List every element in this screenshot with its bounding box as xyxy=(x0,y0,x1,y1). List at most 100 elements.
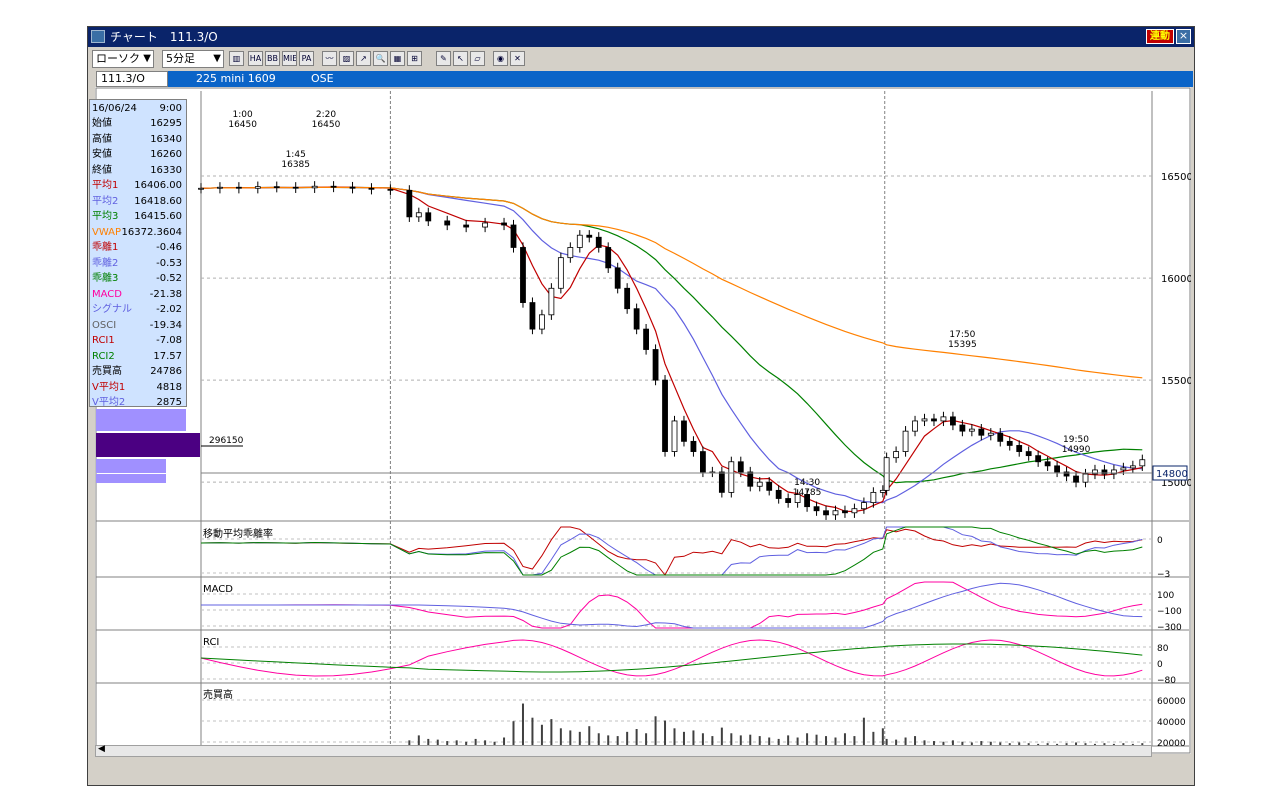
symbol-info-bar: 111.3/O 225 mini 1609 OSE xyxy=(96,71,1193,87)
search-icon[interactable]: ◉ xyxy=(493,51,508,66)
candle-body xyxy=(235,186,242,189)
close-button[interactable]: × xyxy=(1176,29,1191,44)
data-panel-value: 17.57 xyxy=(153,350,182,362)
data-panel-value: 16295 xyxy=(150,118,182,129)
candle-body xyxy=(912,420,918,432)
data-panel-key: 乖離1 xyxy=(92,242,119,253)
candle-body xyxy=(539,314,545,330)
candle-body xyxy=(1044,461,1051,467)
pen-icon[interactable]: ✎ xyxy=(436,51,451,66)
chart-type-value: ローソク xyxy=(96,52,140,65)
bar-chart-icon[interactable]: ▨ xyxy=(339,51,354,66)
candle-body xyxy=(1016,445,1023,452)
scroll-left-icon[interactable]: ◀ xyxy=(98,744,105,754)
candle-body xyxy=(520,247,526,303)
data-panel-key: 売買高 xyxy=(92,366,122,377)
symbol-code[interactable]: 111.3/O xyxy=(96,71,168,87)
candle-body xyxy=(940,416,947,422)
data-panel-value: 16260 xyxy=(150,149,182,160)
signal-line xyxy=(201,582,1143,629)
data-panel-row: 乖離2 -0.53 xyxy=(92,256,184,271)
annotation-value: 14990 xyxy=(1062,445,1091,455)
annotation-time: 2:20 xyxy=(316,110,336,120)
data-panel-value: -0.53 xyxy=(156,257,182,269)
data-panel-key: 平均1 xyxy=(92,180,119,191)
display-icon[interactable]: ▦ xyxy=(390,51,405,66)
candle-body xyxy=(1082,473,1089,483)
tool-button-bb[interactable]: BB xyxy=(265,51,280,66)
data-panel-value: -0.46 xyxy=(156,242,182,253)
settings-icon[interactable]: ⊞ xyxy=(407,51,422,66)
rci1-line xyxy=(200,639,1143,677)
sub-panel-label: 売買高 xyxy=(203,688,233,701)
tool-button-mie[interactable]: MIE xyxy=(282,51,297,66)
candle-body xyxy=(482,222,489,228)
volume-profile-bar xyxy=(96,459,166,473)
candle-body xyxy=(883,457,890,491)
candle-body xyxy=(614,267,621,289)
interval-select[interactable]: 5分足 ▼ xyxy=(162,50,224,68)
candle-body xyxy=(406,189,413,218)
candle-body xyxy=(851,508,858,514)
data-panel-row: MACD -21.38 xyxy=(92,287,184,302)
sub-tick-label: 40000 xyxy=(1157,718,1186,728)
volume-profile-label: 296150 xyxy=(209,436,244,446)
data-panel-row: 売買高 24786 xyxy=(92,364,184,379)
panel-time: 9:00 xyxy=(159,103,182,114)
chart-area[interactable]: 16500 16000 15500 15000 1:00 16450 2:20 16450 1:… xyxy=(95,87,1191,754)
chart-type-select[interactable]: ローソク ▼ xyxy=(92,50,154,68)
sub-tick-label: −3 xyxy=(1157,570,1170,580)
deviation1-line xyxy=(200,526,1143,576)
data-panel-key: 高値 xyxy=(92,133,112,145)
tool-button-ha[interactable]: HA xyxy=(248,51,263,66)
sub-tick-label: 20000 xyxy=(1157,739,1186,749)
candle-body xyxy=(1120,467,1127,471)
line-chart-icon[interactable]: 〰 xyxy=(322,51,337,66)
candle-body xyxy=(349,186,356,189)
cursor-icon[interactable]: ↖ xyxy=(453,51,468,66)
interval-value: 5分足 xyxy=(166,52,195,65)
candle-tool-icon[interactable]: ▥ xyxy=(229,51,244,66)
window-title: チャート 111.3/O xyxy=(110,30,218,44)
candle-body xyxy=(330,185,337,188)
analysis-icon[interactable]: ✕ xyxy=(510,51,525,66)
data-panel-key: 平均2 xyxy=(92,195,119,207)
volume-profile-bar xyxy=(96,409,186,431)
sub-tick-label: 80 xyxy=(1157,644,1169,654)
candle-body xyxy=(425,212,432,222)
candle-body xyxy=(586,234,593,238)
data-panel-value: 16418.60 xyxy=(134,195,182,207)
candle-body xyxy=(950,416,956,426)
annotation-time: 1:45 xyxy=(286,150,306,160)
candle-body xyxy=(662,379,668,452)
candle-body xyxy=(1073,475,1079,483)
trend-icon[interactable]: ↗ xyxy=(356,51,371,66)
data-panel-row: RCI1 -7.08 xyxy=(92,333,184,348)
candle-body xyxy=(870,491,877,503)
candle-body xyxy=(785,498,792,503)
horizontal-scrollbar[interactable]: ◀ xyxy=(95,744,1152,757)
data-panel-row: V平均2 2875 xyxy=(92,395,184,410)
candle-body xyxy=(959,424,966,432)
chevron-down-icon: ▼ xyxy=(213,53,221,64)
data-panel-key: V平均1 xyxy=(92,381,126,393)
zoom-icon[interactable]: 🔍 xyxy=(373,51,388,66)
candle-body xyxy=(997,432,1004,442)
candle-body xyxy=(1006,440,1013,446)
data-panel-row: シグナル -2.02 xyxy=(92,302,184,317)
title-bar[interactable]: チャート 111.3/O 連動 × xyxy=(88,27,1194,47)
current-price-label: 14800 xyxy=(1156,469,1188,480)
candle-body xyxy=(1054,465,1060,473)
data-panel-key: V平均2 xyxy=(92,397,126,408)
price-chart-svg[interactable]: 165001600015500150001:00164502:20164501:… xyxy=(95,87,1191,754)
deviation2-line xyxy=(200,526,1143,576)
eraser-icon[interactable]: ▱ xyxy=(470,51,485,66)
data-panel-value: 2875 xyxy=(156,397,182,408)
link-button[interactable]: 連動 xyxy=(1146,29,1174,44)
data-panel-row: 高値 16340 xyxy=(92,132,184,147)
candle-body xyxy=(198,187,204,190)
data-panel-key: シグナル xyxy=(92,304,132,315)
candle-body xyxy=(292,186,299,189)
tool-button-pa[interactable]: PA xyxy=(299,51,314,66)
data-panel-value: -0.52 xyxy=(156,273,182,284)
